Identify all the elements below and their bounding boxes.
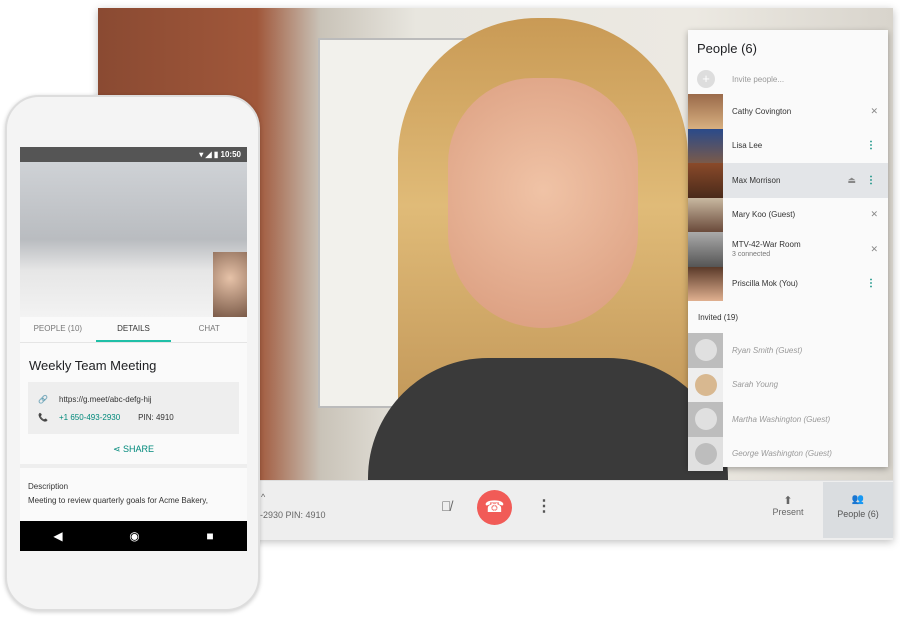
participant-row[interactable]: Mary Koo (Guest) ✕ — [688, 197, 888, 232]
phone-icon: 📞 — [38, 412, 48, 422]
more-icon[interactable]: ⋮ — [866, 140, 876, 151]
invited-name: George Washington (Guest) — [732, 449, 832, 459]
share-button[interactable]: ⋖ SHARE — [20, 434, 247, 468]
default-avatar-icon — [688, 402, 723, 437]
more-options-icon[interactable]: ⋮ — [536, 496, 552, 516]
mic-off-icon: ✕ — [870, 209, 878, 220]
participant-name: Mary Koo (Guest) — [732, 210, 796, 220]
phone-hangup-icon: ☎ — [484, 499, 505, 516]
default-avatar-icon — [688, 333, 723, 368]
link-icon: 🔗 — [38, 394, 48, 404]
more-icon[interactable]: ⋮ — [866, 278, 876, 289]
avatar — [688, 367, 723, 402]
default-avatar-icon — [688, 436, 723, 471]
participant-row[interactable]: Cathy Covington ✕ — [688, 94, 888, 129]
mic-off-icon[interactable]: 🎙̸ — [441, 498, 452, 514]
participant-name: Cathy Covington — [732, 106, 792, 116]
phone-screen: ▾ ◢ ▮ 10:50 PEOPLE (10) DETAILS CHAT Wee… — [20, 147, 247, 551]
pin: PIN: 4910 — [138, 412, 174, 422]
android-nav-bar: ◀ ◉ ■ — [20, 521, 247, 551]
participant-name: Max Morrison — [732, 175, 781, 185]
invite-people-input[interactable]: + Invite people... — [688, 64, 888, 94]
invite-placeholder: Invite people... — [732, 74, 785, 84]
dial-info: 3-2930 PIN: 4910 — [255, 510, 326, 520]
self-view-thumbnail — [213, 252, 247, 317]
description-text: Meeting to review quarterly goals for Ac… — [28, 496, 208, 505]
tab-bar: PEOPLE (10) DETAILS CHAT — [20, 317, 247, 343]
hangup-button[interactable]: ☎ — [477, 490, 512, 525]
participant-row[interactable]: Lisa Lee ⋮ — [688, 128, 888, 163]
meeting-title: Weekly Team Meeting — [29, 358, 157, 373]
participant-subtitle: 3 connected — [732, 251, 771, 259]
speaker-face — [448, 78, 638, 328]
clock: 10:50 — [220, 150, 241, 159]
participant-row[interactable]: Priscilla Mok (You) ⋮ — [688, 266, 888, 301]
invited-row[interactable]: Sarah Young — [688, 367, 888, 402]
participant-name: Lisa Lee — [732, 141, 763, 151]
recents-icon[interactable]: ■ — [206, 529, 213, 543]
participant-name: MTV-42-War Room — [732, 240, 801, 250]
invited-header: Invited (19) — [698, 313, 739, 322]
invited-name: Ryan Smith (Guest) — [732, 345, 803, 355]
tab-chat[interactable]: CHAT — [171, 317, 247, 342]
dial-in-number[interactable]: +1 650-493-2930 — [59, 413, 120, 422]
add-icon: + — [697, 70, 715, 88]
invited-name: Sarah Young — [732, 380, 779, 390]
mic-off-icon: ✕ — [870, 105, 878, 116]
status-icons: ▾ ◢ ▮ — [199, 150, 221, 159]
people-label: People (6) — [837, 509, 879, 519]
invited-name: Martha Washington (Guest) — [732, 414, 831, 424]
expand-caret-icon[interactable]: ^ — [261, 492, 265, 502]
description-header: Description — [28, 482, 69, 491]
mic-off-icon: ✕ — [870, 243, 878, 254]
panel-title: People (6) — [697, 41, 757, 56]
people-icon: 👥 — [851, 494, 865, 505]
invited-row[interactable]: George Washington (Guest) — [688, 436, 888, 471]
people-button[interactable]: 👥 People (6) — [823, 482, 893, 538]
avatar — [688, 128, 723, 163]
present-button[interactable]: ⬆ Present — [758, 494, 818, 517]
present-label: Present — [772, 507, 804, 517]
room-video-feed — [20, 162, 247, 317]
avatar — [688, 232, 723, 267]
tab-people[interactable]: PEOPLE (10) — [20, 317, 96, 342]
join-info-card: 🔗 https://g.meet/abc-defg-hij 📞 +1 650-493… — [28, 382, 239, 434]
participant-row[interactable]: MTV-42-War Room 3 connected ✕ — [688, 232, 888, 267]
participant-row[interactable]: Max Morrison ⏏ ⋮ — [688, 163, 888, 198]
avatar — [688, 197, 723, 232]
avatar — [688, 163, 723, 198]
invited-row[interactable]: Martha Washington (Guest) — [688, 402, 888, 437]
avatar — [688, 266, 723, 301]
share-icon: ⋖ — [112, 444, 124, 454]
present-icon: ⬆ — [783, 495, 793, 507]
share-label: SHARE — [123, 444, 155, 454]
tab-details[interactable]: DETAILS — [95, 317, 172, 342]
status-bar: ▾ ◢ ▮ 10:50 — [20, 147, 247, 162]
avatar — [688, 94, 723, 129]
people-panel: People (6) + Invite people... Cathy Covin… — [688, 30, 888, 471]
participant-name: Priscilla Mok (You) — [732, 279, 798, 289]
invited-row[interactable]: Ryan Smith (Guest) — [688, 333, 888, 368]
home-icon[interactable]: ◉ — [129, 529, 139, 543]
meeting-link[interactable]: https://g.meet/abc-defg-hij — [59, 395, 152, 404]
more-icon[interactable]: ⋮ — [866, 175, 876, 186]
eject-icon[interactable]: ⏏ — [847, 175, 856, 186]
back-icon[interactable]: ◀ — [53, 529, 62, 543]
